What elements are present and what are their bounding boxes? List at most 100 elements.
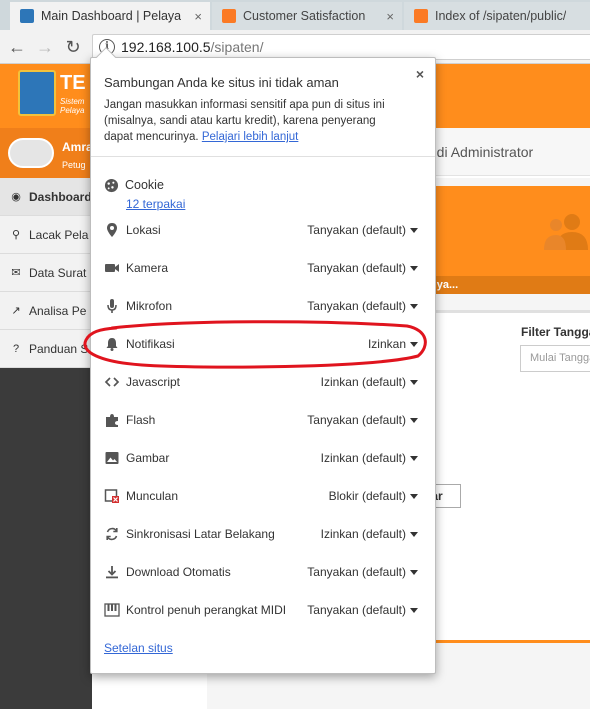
xampp-favicon-icon xyxy=(414,9,428,23)
chevron-down-icon[interactable] xyxy=(410,494,418,499)
header-title: g di Administrator xyxy=(425,144,534,160)
midi-piano-icon xyxy=(104,603,120,617)
sync-icon xyxy=(106,527,118,541)
permission-select[interactable]: Izinkan (default) xyxy=(321,527,406,541)
search-icon: ⚲ xyxy=(11,229,21,241)
close-tab-icon[interactable]: × xyxy=(194,9,202,24)
chevron-down-icon[interactable] xyxy=(410,570,418,575)
permission-row-gambar: Gambar Izinkan (default) xyxy=(91,448,435,468)
tab-index-sipaten[interactable]: Index of /sipaten/public/ xyxy=(404,2,590,30)
envelope-icon: ✉ xyxy=(11,267,21,279)
permission-row-notifikasi: Notifikasi Izinkan xyxy=(91,334,435,354)
popup-title: Sambungan Anda ke situs ini tidak aman xyxy=(104,75,339,90)
cookie-icon xyxy=(104,178,119,193)
tab-strip: Main Dashboard | Pelaya × Customer Satis… xyxy=(0,0,590,30)
forward-arrow-icon[interactable]: → xyxy=(34,36,56,58)
sidebar-item-panduan[interactable]: ? Panduan S xyxy=(0,330,92,368)
chevron-down-icon[interactable] xyxy=(410,456,418,461)
popup-blocked-icon xyxy=(104,489,119,503)
chevron-down-icon[interactable] xyxy=(410,608,418,613)
permission-row-midi: Kontrol penuh perangkat MIDI Tanyakan (d… xyxy=(91,600,435,620)
permission-row-sinkronisasi: Sinkronisasi Latar Belakang Izinkan (def… xyxy=(91,524,435,544)
chevron-down-icon[interactable] xyxy=(410,228,418,233)
close-icon[interactable]: × xyxy=(413,66,427,82)
chevron-down-icon[interactable] xyxy=(410,418,418,423)
permission-label: Flash xyxy=(126,413,156,427)
screenshot-root: Main Dashboard | Pelaya × Customer Satis… xyxy=(0,0,590,709)
sidebar-item-lacak[interactable]: ⚲ Lacak Pela xyxy=(0,216,92,254)
permission-select[interactable]: Izinkan (default) xyxy=(321,375,406,389)
users-icon xyxy=(544,214,588,250)
permission-select[interactable]: Tanyakan (default) xyxy=(307,223,406,237)
dashboard-icon: ◉ xyxy=(11,191,21,203)
tab-label: Main Dashboard | Pelaya xyxy=(41,9,182,23)
permission-row-lokasi: Lokasi Tanyakan (default) xyxy=(91,220,435,240)
download-icon xyxy=(106,566,118,579)
permission-label: Lokasi xyxy=(126,223,161,237)
image-icon xyxy=(105,452,119,464)
chevron-down-icon[interactable] xyxy=(410,380,418,385)
cookie-usage-link[interactable]: 12 terpakai xyxy=(126,197,185,211)
popup-description: Jangan masukkan informasi sensitif apa p… xyxy=(104,97,404,145)
sidebar-item-dashboard[interactable]: ◉ Dashboard xyxy=(0,178,92,216)
sidebar-item-analisa[interactable]: ↗ Analisa Pe xyxy=(0,292,92,330)
permission-label: Sinkronisasi Latar Belakang xyxy=(126,527,275,541)
chevron-down-icon[interactable] xyxy=(410,342,418,347)
permission-label: Notifikasi xyxy=(126,337,175,351)
permission-select[interactable]: Izinkan xyxy=(368,337,406,351)
learn-more-link[interactable]: Pelajari lebih lanjut xyxy=(202,131,299,143)
tab-customer-satisfaction[interactable]: Customer Satisfaction × xyxy=(212,2,402,30)
sidebar-item-label: Analisa Pe xyxy=(29,303,87,318)
close-tab-icon[interactable]: × xyxy=(386,9,394,24)
camera-icon xyxy=(105,264,119,272)
site-favicon-icon xyxy=(20,9,34,23)
permission-label: Kontrol penuh perangkat MIDI xyxy=(126,603,287,617)
puzzle-icon xyxy=(106,414,118,427)
sidebar-item-data-surat[interactable]: ✉ Data Surat xyxy=(0,254,92,292)
user-role: Petug xyxy=(62,160,86,170)
permission-row-javascript: Javascript Izinkan (default) xyxy=(91,372,435,392)
permission-select[interactable]: Tanyakan (default) xyxy=(307,413,406,427)
site-settings-link[interactable]: Setelan situs xyxy=(104,641,173,655)
brand-subtitle: Pelaya xyxy=(60,106,85,115)
filter-label: Filter Tangga xyxy=(521,325,590,339)
permission-row-kamera: Kamera Tanyakan (default) xyxy=(91,258,435,278)
chevron-down-icon[interactable] xyxy=(410,532,418,537)
chevron-down-icon[interactable] xyxy=(410,266,418,271)
permission-row-download: Download Otomatis Tanyakan (default) xyxy=(91,562,435,582)
permission-select[interactable]: Tanyakan (default) xyxy=(307,261,406,275)
code-icon xyxy=(104,377,120,387)
permission-select[interactable]: Izinkan (default) xyxy=(321,451,406,465)
permission-select[interactable]: Tanyakan (default) xyxy=(307,299,406,313)
bell-icon xyxy=(106,338,118,351)
permission-label: Javascript xyxy=(126,375,181,389)
permission-select[interactable]: Tanyakan (default) xyxy=(307,565,406,579)
sidebar-item-label: Data Surat xyxy=(29,265,87,280)
permission-row-munculan: Munculan Blokir (default) xyxy=(91,486,435,506)
permission-label: Munculan xyxy=(126,489,179,503)
url-host: 192.168.100.5 xyxy=(121,39,211,55)
popup-divider xyxy=(91,156,435,157)
permission-select[interactable]: Tanyakan (default) xyxy=(307,603,406,617)
avatar xyxy=(8,138,54,168)
chevron-down-icon[interactable] xyxy=(410,304,418,309)
line-chart-icon: ↗ xyxy=(11,305,21,317)
brand-subtitle: Sistem xyxy=(60,97,85,106)
reload-icon[interactable]: ↻ xyxy=(62,36,84,58)
permission-label: Mikrofon xyxy=(126,299,173,313)
permission-label: Download Otomatis xyxy=(126,565,231,579)
xampp-favicon-icon xyxy=(222,9,236,23)
permission-select[interactable]: Blokir (default) xyxy=(329,489,406,503)
microphone-icon xyxy=(107,299,117,313)
permission-row-flash: Flash Tanyakan (default) xyxy=(91,410,435,430)
site-info-popup: × Sambungan Anda ke situs ini tidak aman… xyxy=(90,47,436,674)
site-brand: TE xyxy=(60,72,86,94)
back-arrow-icon[interactable]: ← xyxy=(6,36,28,58)
sidebar-item-label: Lacak Pela xyxy=(29,227,89,242)
site-logo xyxy=(18,70,56,116)
date-start-input[interactable]: Mulai Tangga xyxy=(520,345,590,372)
permission-row-mikrofon: Mikrofon Tanyakan (default) xyxy=(91,296,435,316)
question-circle-icon: ? xyxy=(12,342,20,355)
cookie-label: Cookie xyxy=(125,178,164,192)
tab-main-dashboard[interactable]: Main Dashboard | Pelaya × xyxy=(10,2,210,30)
